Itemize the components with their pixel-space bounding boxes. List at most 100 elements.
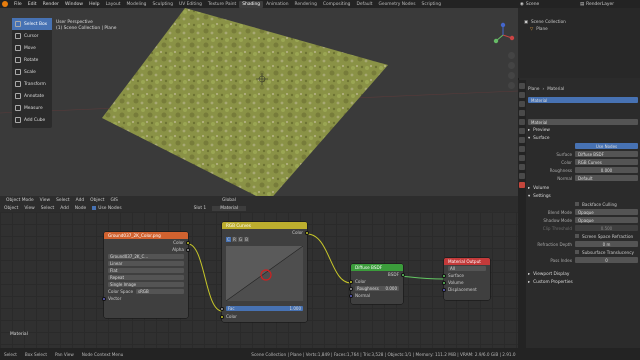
socket-out-color[interactable]: [186, 240, 190, 245]
section-settings[interactable]: ▾ Settings: [528, 192, 638, 200]
fac-slider[interactable]: Fac 1.000: [226, 306, 303, 311]
shadow-mode-dropdown[interactable]: Opaque: [575, 217, 638, 223]
color-space-dropdown[interactable]: sRGB: [136, 289, 184, 294]
refraction-depth-field[interactable]: 0 m: [575, 241, 638, 247]
object-tab-icon[interactable]: [519, 128, 525, 134]
tab-animation[interactable]: Animation: [263, 1, 291, 8]
section-preview[interactable]: ▸ Preview: [528, 126, 638, 134]
object-mode-dropdown[interactable]: Object Mode: [6, 198, 34, 203]
socket-in-normal[interactable]: [349, 293, 353, 298]
output-target-dropdown[interactable]: All: [448, 266, 486, 271]
zoom-icon[interactable]: [508, 52, 515, 59]
modifier-tab-icon[interactable]: [519, 137, 525, 143]
socket-in-surface[interactable]: [442, 273, 446, 278]
tool-measure[interactable]: Measure: [12, 102, 52, 114]
physics-tab-icon[interactable]: [519, 155, 525, 161]
diffuse-bsdf-node[interactable]: Diffuse BSDF BSDF Color Roughness 0.000 N…: [349, 264, 405, 304]
menu-select[interactable]: Select: [56, 198, 70, 203]
tab-compositing[interactable]: Compositing: [320, 1, 354, 8]
tool-scale[interactable]: Scale: [12, 66, 52, 78]
blender-logo-icon[interactable]: [2, 1, 8, 7]
menu-edit[interactable]: Edit: [25, 2, 40, 7]
navigation-gizmo-icon[interactable]: [490, 22, 516, 48]
material-output-node[interactable]: Material Output All Surface Volume Displ…: [442, 258, 490, 300]
menu-gis[interactable]: GIS: [110, 198, 117, 203]
image-datablock-field[interactable]: Ground037_2K_C...: [108, 254, 184, 259]
socket-in-roughness[interactable]: [349, 286, 353, 291]
particles-tab-icon[interactable]: [519, 146, 525, 152]
menu-window[interactable]: Window: [62, 2, 86, 7]
3d-viewport[interactable]: User Perspective (1) Scene Collection | …: [0, 8, 518, 204]
scene-tab-icon[interactable]: [519, 110, 525, 116]
rgb-curves-node[interactable]: RGB Curves Color C R G B Fac 1.000 Color: [220, 222, 309, 322]
menu-view[interactable]: View: [40, 198, 50, 203]
socket-in-color[interactable]: [220, 314, 224, 319]
tool-tab-icon[interactable]: [519, 83, 525, 89]
image-texture-node[interactable]: Ground037_2K_Color.png Color Alpha Groun…: [102, 232, 190, 318]
curve-graph[interactable]: [226, 246, 303, 301]
socket-in-displacement[interactable]: [442, 287, 446, 292]
roughness-field[interactable]: Roughness 0.000: [355, 286, 399, 291]
socket-in-fac[interactable]: [220, 306, 224, 311]
data-tab-icon[interactable]: [519, 173, 525, 179]
blend-mode-dropdown[interactable]: Opaque: [575, 209, 638, 215]
constraints-tab-icon[interactable]: [519, 164, 525, 170]
menu-render[interactable]: Render: [40, 2, 62, 7]
outliner-scene-collection[interactable]: ▣ Scene Collection: [518, 18, 640, 25]
menu-file[interactable]: File: [11, 2, 25, 7]
source-dropdown[interactable]: Single Image: [108, 282, 184, 287]
section-volume[interactable]: ▸ Volume: [528, 184, 638, 192]
color-input-field[interactable]: RGB Curves: [575, 159, 638, 165]
plane-mesh[interactable]: [102, 8, 388, 202]
socket-out-color[interactable]: [305, 230, 309, 235]
outliner-item-plane[interactable]: ▽ Plane: [518, 25, 640, 32]
channel-b-button[interactable]: B: [244, 237, 249, 242]
socket-in-volume[interactable]: [442, 280, 446, 285]
rgb-node-header[interactable]: RGB Curves: [222, 222, 307, 229]
roughness-slider[interactable]: 0.000: [575, 167, 638, 173]
use-nodes-checkbox[interactable]: Use Nodes: [92, 206, 122, 211]
grid-icon[interactable]: [508, 82, 515, 89]
tab-uv-editing[interactable]: UV Editing: [176, 1, 205, 8]
material-datablock-field[interactable]: Material: [528, 119, 638, 125]
tool-select-box[interactable]: Select Box: [12, 18, 52, 30]
ne-menu-select[interactable]: Select: [41, 206, 55, 211]
section-surface[interactable]: ▾ Surface: [528, 134, 638, 142]
extension-dropdown[interactable]: Repeat: [108, 275, 184, 280]
normal-input-field[interactable]: Default: [575, 175, 638, 181]
ssr-checkbox[interactable]: [575, 234, 579, 238]
tab-layout[interactable]: Layout: [103, 1, 124, 8]
pass-index-field[interactable]: 0: [575, 257, 638, 263]
ne-menu-view[interactable]: View: [24, 206, 34, 211]
tool-rotate[interactable]: Rotate: [12, 54, 52, 66]
socket-in-vector[interactable]: [102, 296, 106, 301]
tab-sculpting[interactable]: Sculpting: [149, 1, 176, 8]
tool-move[interactable]: Move: [12, 42, 52, 54]
channel-r-button[interactable]: R: [231, 237, 237, 242]
ne-menu-node[interactable]: Node: [75, 206, 86, 211]
tool-cursor[interactable]: Cursor: [12, 30, 52, 42]
channel-c-button[interactable]: C: [226, 237, 231, 242]
interpolation-dropdown[interactable]: Linear: [108, 261, 184, 266]
channel-g-button[interactable]: G: [237, 237, 244, 242]
clip-threshold-field[interactable]: 0.500: [575, 225, 638, 231]
socket-out-alpha[interactable]: [186, 247, 190, 252]
node-editor[interactable]: Ground037_2K_Color.png Color Alpha Groun…: [0, 212, 518, 348]
socket-in-color[interactable]: [349, 279, 353, 284]
world-tab-icon[interactable]: [519, 119, 525, 125]
outliner[interactable]: ▣ Scene Collection ▽ Plane: [518, 8, 640, 78]
material-slot-list[interactable]: Material: [528, 97, 638, 103]
tool-add-cube[interactable]: Add Cube: [12, 114, 52, 126]
render-tab-icon[interactable]: [519, 92, 525, 98]
section-custom-properties[interactable]: ▸ Custom Properties: [528, 278, 638, 286]
tab-rendering[interactable]: Rendering: [291, 1, 319, 8]
use-nodes-button[interactable]: Use Nodes: [575, 143, 638, 149]
backface-culling-checkbox[interactable]: [575, 202, 579, 206]
tab-scripting[interactable]: Scripting: [419, 1, 445, 8]
menu-object[interactable]: Object: [90, 198, 104, 203]
camera-icon[interactable]: [508, 72, 515, 79]
socket-out-bsdf[interactable]: [401, 272, 405, 277]
scene-selector[interactable]: ◉ Scene: [520, 0, 539, 8]
tool-annotate[interactable]: Annotate: [12, 90, 52, 102]
menu-add[interactable]: Add: [76, 198, 85, 203]
